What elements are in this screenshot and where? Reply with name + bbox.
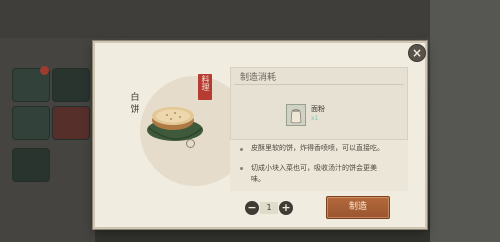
ingredient-name: 面粉 xyxy=(311,105,325,113)
cost-title: 制造消耗 xyxy=(240,73,277,83)
dish-category-stamp: 料理 xyxy=(198,74,212,100)
quantity-value: 1 xyxy=(260,202,278,214)
description-line: 皮酥里软的饼，炸得香喷喷，可以直接吃。 xyxy=(251,144,384,152)
seal-icon xyxy=(186,139,195,148)
make-button[interactable]: 制造 xyxy=(326,196,390,219)
ingredient-item-flour[interactable] xyxy=(286,104,306,126)
dish-name: 白饼 xyxy=(130,93,140,115)
bullet-icon xyxy=(240,148,243,151)
stamp-text: 料理 xyxy=(201,75,210,91)
bullet-icon xyxy=(240,167,243,170)
flatbread-dish-image xyxy=(147,107,203,141)
close-button[interactable]: × xyxy=(408,44,426,62)
increase-quantity-button[interactable]: + xyxy=(279,201,293,215)
plus-icon: + xyxy=(281,201,291,214)
decrease-quantity-button[interactable]: − xyxy=(245,201,259,215)
close-icon: × xyxy=(411,46,423,60)
description-line: 切成小块入菜也可，吸收汤汁的饼会更美 xyxy=(251,164,377,172)
flour-sack-icon xyxy=(290,109,302,124)
minus-icon: − xyxy=(247,201,257,214)
divider xyxy=(234,84,404,85)
description-line: 味。 xyxy=(251,175,265,183)
ingredient-quantity: x1 xyxy=(311,115,319,122)
